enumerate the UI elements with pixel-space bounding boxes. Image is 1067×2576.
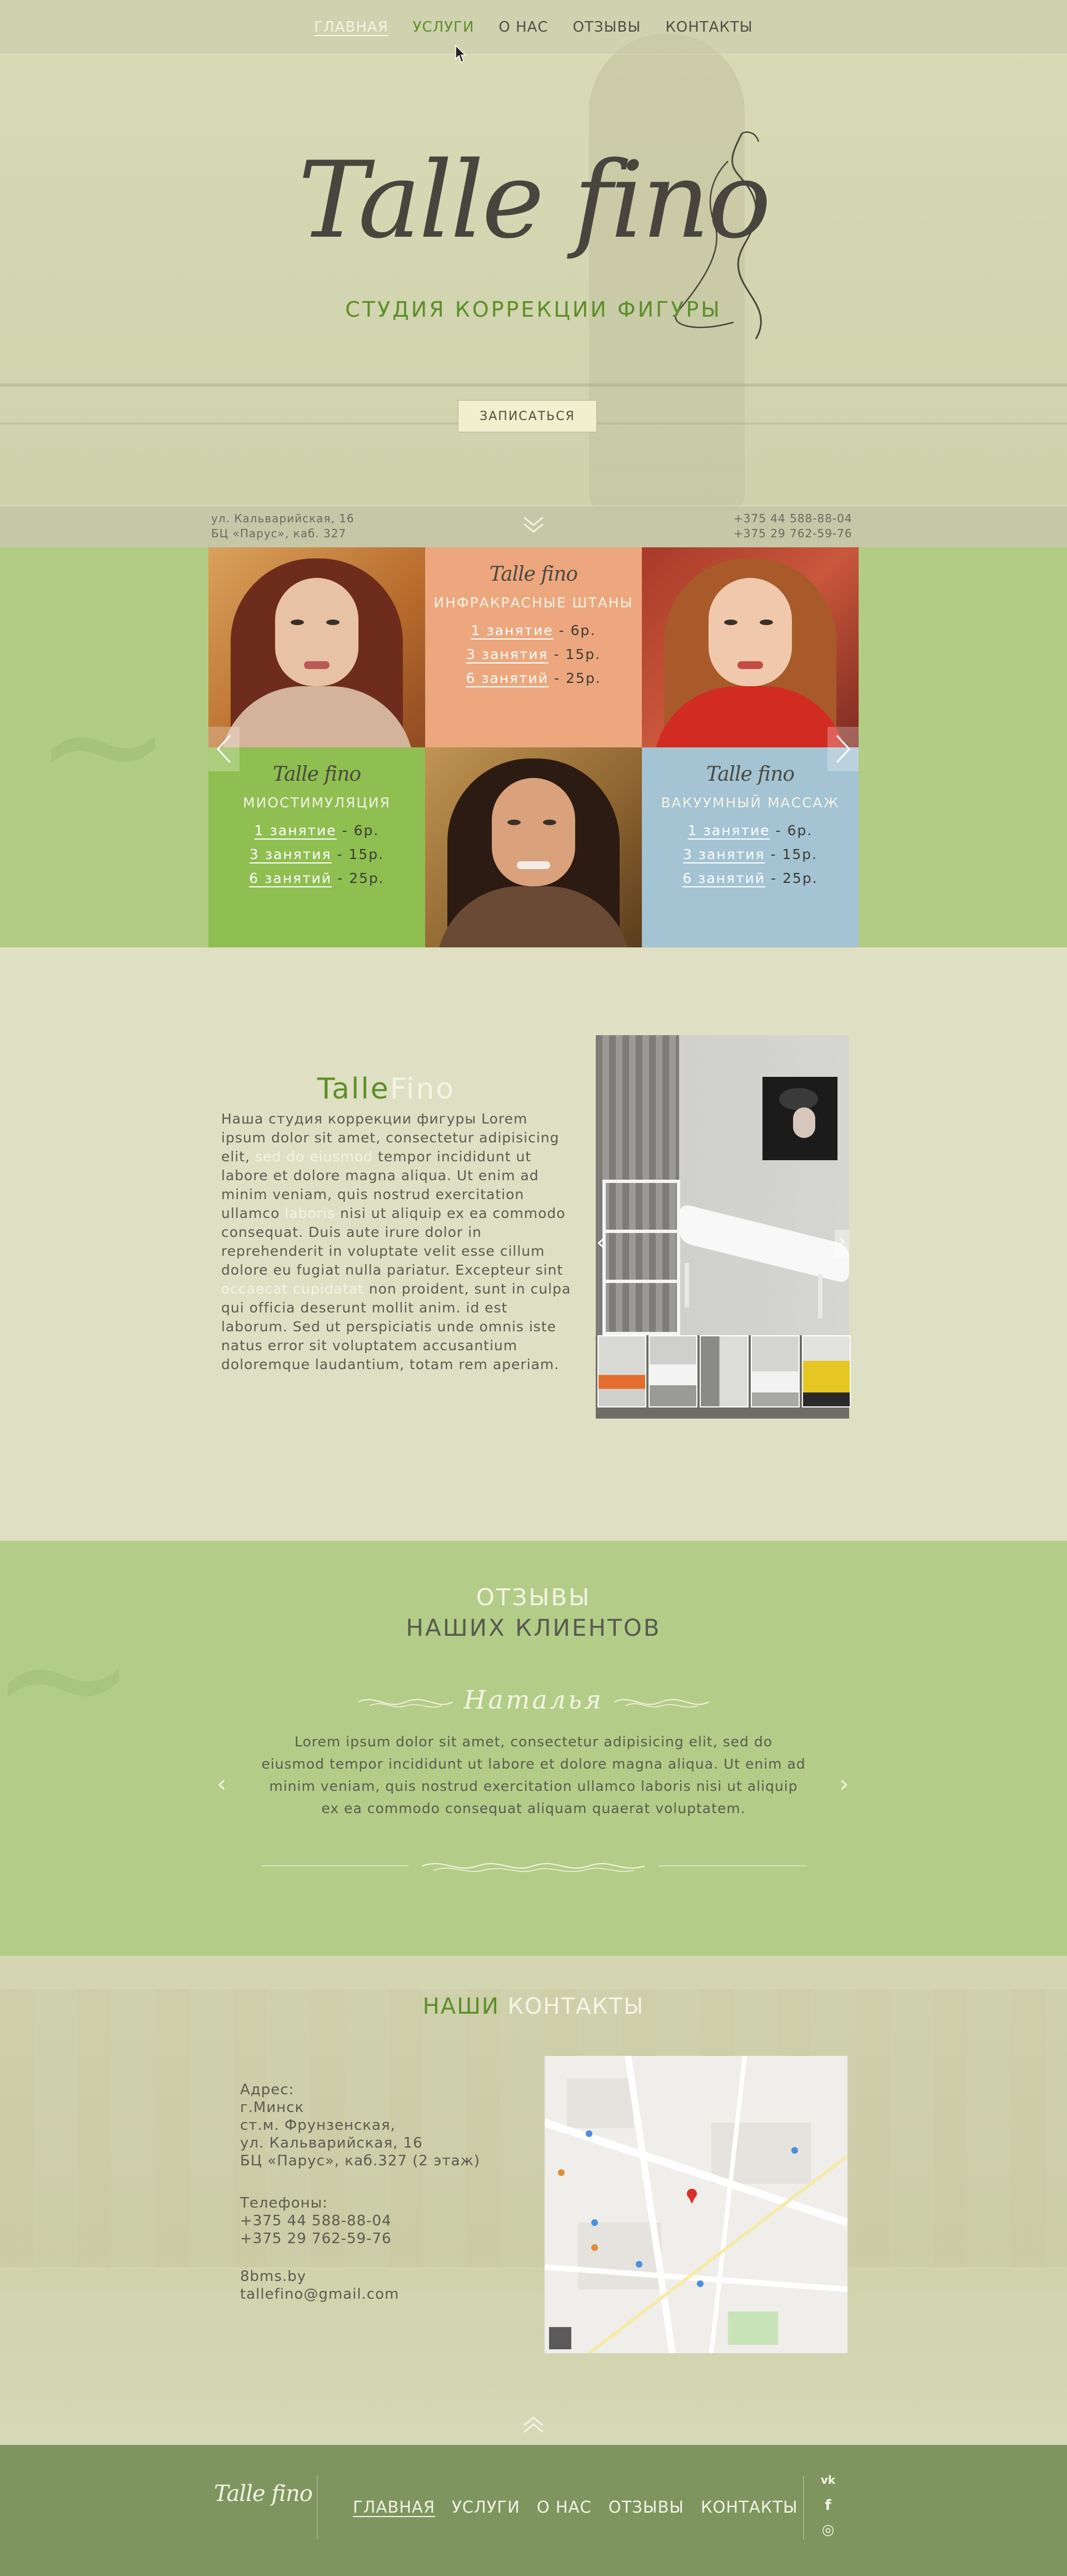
city-background-photo bbox=[0, 1989, 1067, 2267]
instagram-icon[interactable]: ◎ bbox=[820, 2522, 836, 2538]
reviews-title-line2: НАШИХ КЛИЕНТОВ bbox=[406, 1614, 661, 1641]
hero-phones: +375 44 588-88-04 +375 29 762-59-76 bbox=[734, 512, 852, 540]
contact-details: Адрес: г.Минск ст.м. Фрунзенская, ул. Ка… bbox=[240, 2081, 529, 2303]
price-row: 6 занятий - 25р. bbox=[466, 670, 601, 686]
price-row: 1 занятие - 6р. bbox=[687, 822, 813, 838]
service-card-vacuum-massage[interactable]: Talle fino ВАКУУМНЫЙ МАССАЖ 1 занятие - … bbox=[642, 747, 859, 947]
facebook-icon[interactable]: f bbox=[820, 2497, 836, 2514]
gallery-prev-icon[interactable]: ‹ bbox=[596, 1230, 605, 1255]
reviews-title-line1: ОТЗЫВЫ bbox=[476, 1584, 591, 1611]
email-link[interactable]: tallefino@gmail.com bbox=[240, 2285, 529, 2303]
service-title: ВАКУУМНЫЙ МАССАЖ bbox=[661, 795, 840, 811]
service-photo-woman-1 bbox=[208, 547, 425, 747]
hero-section bbox=[0, 0, 1067, 547]
hero-tagline: СТУДИЯ КОРРЕКЦИИ ФИГУРЫ bbox=[345, 297, 722, 322]
contacts-title: НАШИ КОНТАКТЫ bbox=[422, 1994, 645, 2019]
map-graphic bbox=[545, 2056, 847, 2353]
footer-nav-about[interactable]: О НАС bbox=[537, 2498, 592, 2517]
footer-nav-reviews[interactable]: ОТЗЫВЫ bbox=[609, 2498, 684, 2517]
gallery-thumb-5[interactable] bbox=[802, 1335, 851, 1407]
price-row: 3 занятия - 15р. bbox=[466, 646, 601, 662]
vk-icon[interactable]: vk bbox=[820, 2472, 836, 2488]
chevron-left-icon bbox=[216, 735, 231, 763]
service-title: ИНФРАКРАСНЫЕ ШТАНЫ bbox=[433, 595, 634, 611]
price-row: 6 занятий - 25р. bbox=[249, 870, 385, 886]
location-map[interactable] bbox=[545, 2056, 847, 2353]
mouse-cursor-icon bbox=[455, 44, 466, 63]
price-row: 1 занятие - 6р. bbox=[254, 822, 380, 838]
phone-link[interactable]: +375 44 588-88-04 bbox=[240, 2212, 529, 2230]
services-next-button[interactable] bbox=[827, 727, 859, 771]
background-script-decoration: ~ bbox=[33, 647, 173, 841]
service-photo-woman-2 bbox=[642, 547, 859, 747]
chevron-right-icon bbox=[836, 735, 851, 763]
gallery-next-icon[interactable]: › bbox=[835, 1230, 849, 1257]
nav-item-about[interactable]: О НАС bbox=[498, 19, 548, 36]
gallery-main-photo: ‹ › bbox=[596, 1035, 849, 1335]
reviews-next-button[interactable]: › bbox=[839, 1770, 849, 1798]
ornament-right-icon bbox=[614, 1699, 709, 1708]
top-navigation: ГЛАВНАЯ УСЛУГИ О НАС ОТЗЫВЫ КОНТАКТЫ bbox=[0, 0, 1067, 54]
footer-navigation: ГЛАВНАЯ УСЛУГИ О НАС ОТЗЫВЫ КОНТАКТЫ bbox=[353, 2498, 798, 2517]
price-row: 6 занятий - 25р. bbox=[682, 870, 818, 886]
service-card-infrared[interactable]: Talle fino ИНФРАКРАСНЫЕ ШТАНЫ 1 занятие … bbox=[425, 547, 642, 747]
nav-item-home[interactable]: ГЛАВНАЯ bbox=[314, 19, 388, 36]
site-link[interactable]: 8bms.by bbox=[240, 2268, 529, 2285]
reviews-prev-button[interactable]: ‹ bbox=[217, 1770, 227, 1798]
signup-button[interactable]: ЗАПИСАТЬСЯ bbox=[458, 400, 597, 432]
reviewer-name: Наталья bbox=[463, 1685, 604, 1715]
price-row: 3 занятия - 15р. bbox=[682, 846, 818, 862]
contacts-section bbox=[0, 1956, 1067, 2445]
footer-nav-services[interactable]: УСЛУГИ bbox=[452, 2498, 520, 2517]
footer-nav-home[interactable]: ГЛАВНАЯ bbox=[353, 2498, 435, 2517]
divider-left bbox=[261, 1865, 408, 1866]
review-text: Lorem ipsum dolor sit amet, consectetur … bbox=[261, 1734, 806, 1816]
ornament-center-icon bbox=[422, 1863, 645, 1872]
about-description: Наша студия коррекции фигуры Lorem ipsum… bbox=[221, 1111, 571, 1372]
gallery-thumb-2[interactable] bbox=[649, 1335, 697, 1407]
service-card-myostimulation[interactable]: Talle fino МИОСТИМУЛЯЦИЯ 1 занятие - 6р.… bbox=[208, 747, 425, 947]
gallery-thumb-4[interactable] bbox=[751, 1335, 800, 1407]
card-logo: Talle fino bbox=[272, 763, 361, 786]
card-logo: Talle fino bbox=[489, 563, 578, 586]
about-title: TalleFino bbox=[317, 1072, 456, 1106]
phone-link[interactable]: +375 29 762-59-76 bbox=[240, 2230, 529, 2248]
nav-item-reviews[interactable]: ОТЗЫВЫ bbox=[573, 19, 641, 36]
scroll-down-icon[interactable] bbox=[520, 514, 547, 536]
nav-item-services[interactable]: УСЛУГИ bbox=[413, 19, 475, 36]
scroll-up-icon[interactable] bbox=[520, 2414, 547, 2437]
price-row: 1 занятие - 6р. bbox=[471, 622, 596, 638]
footer-nav-contacts[interactable]: КОНТАКТЫ bbox=[701, 2498, 798, 2517]
footer-logo[interactable]: Talle fino bbox=[214, 2481, 314, 2542]
services-prev-button[interactable] bbox=[208, 727, 240, 771]
nav-item-contacts[interactable]: КОНТАКТЫ bbox=[665, 19, 752, 36]
card-logo: Talle fino bbox=[706, 763, 795, 786]
gallery-thumb-1[interactable] bbox=[597, 1335, 646, 1407]
service-title: МИОСТИМУЛЯЦИЯ bbox=[243, 795, 391, 811]
hero-address: ул. Кальварийская, 16 БЦ «Парус», каб. 3… bbox=[211, 512, 355, 540]
divider-right bbox=[659, 1865, 806, 1866]
service-photo-woman-3 bbox=[425, 747, 642, 947]
price-row: 3 занятия - 15р. bbox=[249, 846, 385, 862]
gallery-thumb-3[interactable] bbox=[700, 1335, 749, 1407]
